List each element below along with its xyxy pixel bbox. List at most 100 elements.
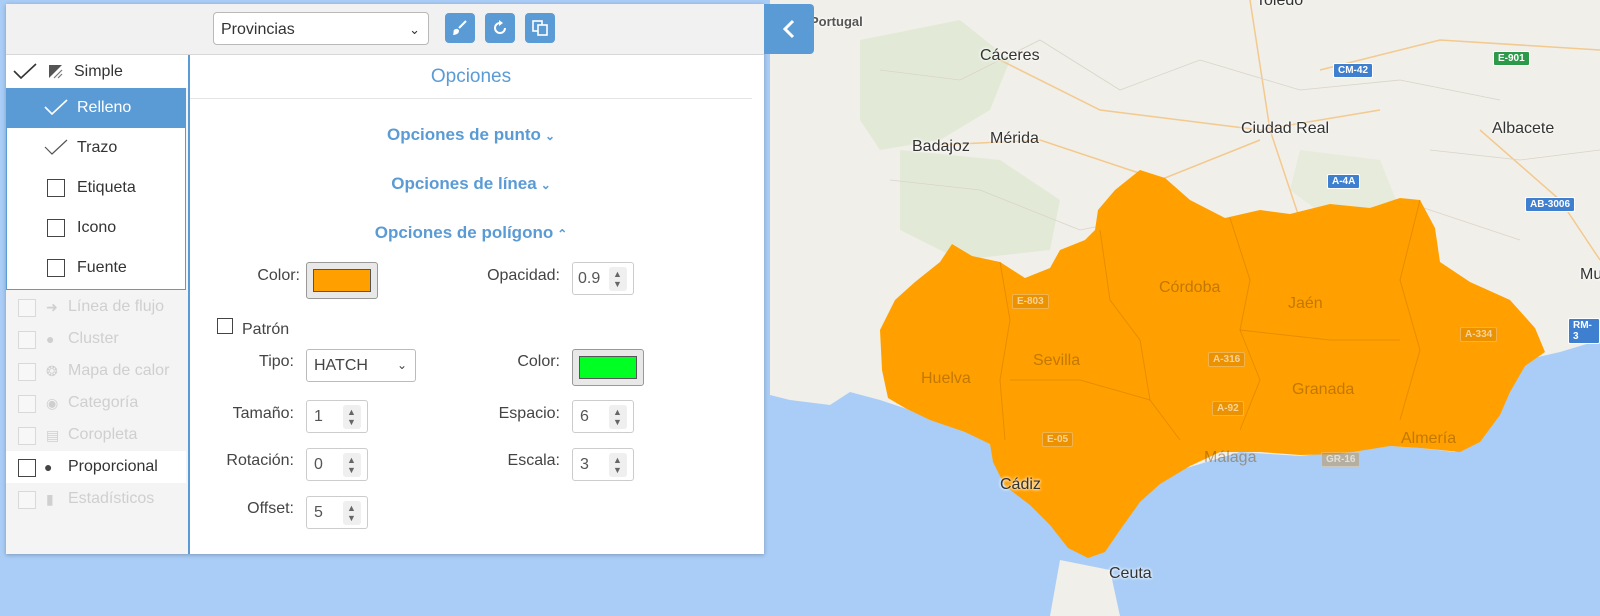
sidebar-subitem-fuente[interactable]: Fuente <box>7 248 185 288</box>
section-point-options[interactable]: Opciones de punto ⌄ <box>190 125 752 145</box>
section-line-options[interactable]: Opciones de línea ⌄ <box>190 174 752 194</box>
map-label-toledo: Toledo <box>1256 0 1304 9</box>
sidebar-item-linea-de-flujo[interactable]: ➜ Línea de flujo <box>6 291 186 323</box>
size-label: Tamaño: <box>232 405 294 422</box>
pattern-label: Patrón <box>242 321 290 338</box>
cluster-icon: ● <box>46 331 55 347</box>
road-ab3006: AB-3006 <box>1525 197 1576 212</box>
coropleta-checkbox[interactable] <box>18 427 36 445</box>
sidebar-item-label: Categoría <box>68 394 139 411</box>
sidebar-subitem-label: Fuente <box>77 259 127 276</box>
spacing-input[interactable]: 6 ▲ ▼ <box>572 400 634 433</box>
road-gr16: GR-16 <box>1321 452 1361 467</box>
layer-select-value: Provincias <box>221 21 295 38</box>
sidebar-item-label: Línea de flujo <box>68 298 165 315</box>
sidebar-item-label: Coropleta <box>68 426 138 443</box>
sidebar-item-cluster[interactable]: ● Cluster <box>6 323 186 355</box>
pattern-color-picker[interactable] <box>572 349 644 386</box>
chevron-down-icon: ⌄ <box>544 129 555 143</box>
road-e05: E-05 <box>1042 432 1074 447</box>
sidebar-item-estadisticos[interactable]: ▮ Estadísticos <box>6 483 186 515</box>
icono-checkbox[interactable] <box>47 219 65 237</box>
fill-color-swatch <box>313 269 371 292</box>
mapa-de-calor-checkbox[interactable] <box>18 363 36 381</box>
size-input[interactable]: 1 ▲ ▼ <box>306 400 368 433</box>
estadisticos-checkbox[interactable] <box>18 491 36 509</box>
sidebar-item-proporcional[interactable]: ● Proporcional <box>6 451 186 483</box>
spacing-label: Espacio: <box>498 405 560 422</box>
road-a4a: A-4A <box>1327 174 1361 189</box>
collapse-panel-button[interactable] <box>764 4 814 54</box>
rotation-value: 0 <box>314 456 323 473</box>
sidebar-subitem-icono[interactable]: Icono <box>7 208 185 248</box>
scale-input[interactable]: 3 ▲ ▼ <box>572 448 634 481</box>
map-label-cordoba: Córdoba <box>1159 279 1221 296</box>
road-e901: E-901 <box>1493 51 1530 66</box>
copy-button[interactable] <box>525 13 555 43</box>
road-cm42: CM-42 <box>1333 63 1374 78</box>
fill-color-picker[interactable] <box>306 262 378 299</box>
road-a92: A-92 <box>1212 401 1244 416</box>
sidebar-subitem-label: Icono <box>77 219 117 236</box>
etiqueta-checkbox[interactable] <box>47 179 65 197</box>
spinner-buttons[interactable]: ▲ ▼ <box>609 267 627 291</box>
map-label-huelva: Huelva <box>921 370 971 387</box>
spacing-value: 6 <box>580 408 589 425</box>
sidebar-item-label: Proporcional <box>68 458 158 475</box>
copy-icon <box>532 20 548 36</box>
spinner-buttons[interactable]: ▲ ▼ <box>343 405 361 429</box>
section-polygon-options[interactable]: Opciones de polígono ⌃ <box>190 223 752 243</box>
spinner-buttons[interactable]: ▲ ▼ <box>343 453 361 477</box>
cluster-checkbox[interactable] <box>18 331 36 349</box>
color-label: Color: <box>257 267 300 284</box>
category-icon: ◉ <box>46 395 59 411</box>
brush-button[interactable] <box>445 13 475 43</box>
sidebar-subitem-trazo[interactable]: Trazo <box>7 128 185 168</box>
opacity-input[interactable]: 0.9 ▲ ▼ <box>572 262 634 295</box>
spinner-buttons[interactable]: ▲ ▼ <box>609 405 627 429</box>
panel-toolbar: Provincias ⌄ <box>6 4 764 55</box>
proporcional-checkbox[interactable] <box>18 459 36 477</box>
options-title: Opciones <box>190 55 752 99</box>
sidebar-subitem-relleno[interactable]: Relleno <box>7 88 185 128</box>
offset-input[interactable]: 5 ▲ ▼ <box>306 496 368 529</box>
reset-button[interactable] <box>485 13 515 43</box>
linea-de-flujo-checkbox[interactable] <box>18 299 36 317</box>
sidebar-item-simple[interactable]: Simple <box>6 55 188 88</box>
section-label: Opciones de polígono <box>374 223 554 242</box>
bar-chart-icon: ▮ <box>46 491 54 507</box>
chevron-left-icon <box>782 19 795 39</box>
proportional-icon: ● <box>44 459 53 475</box>
sidebar-item-categoria[interactable]: ◉ Categoría <box>6 387 186 419</box>
sidebar-item-label: Estadísticos <box>68 490 155 507</box>
spinner-buttons[interactable]: ▲ ▼ <box>343 501 361 525</box>
rotation-input[interactable]: 0 ▲ ▼ <box>306 448 368 481</box>
arrow-right-icon: ➜ <box>46 299 58 315</box>
chevron-up-icon: ⌃ <box>557 227 568 241</box>
sidebar-item-label: Cluster <box>68 330 119 347</box>
simple-style-icon <box>49 65 63 79</box>
spinner-buttons[interactable]: ▲ ▼ <box>609 453 627 477</box>
sidebar-item-mapa-de-calor[interactable]: ❂ Mapa de calor <box>6 355 186 387</box>
road-e803: E-803 <box>1012 294 1049 309</box>
checkmark-icon <box>44 139 68 155</box>
fuente-checkbox[interactable] <box>47 259 65 277</box>
pattern-color-label: Color: <box>517 353 560 370</box>
pattern-type-value: HATCH <box>314 357 368 374</box>
map-label-badajoz: Badajoz <box>912 138 970 155</box>
sidebar-subitem-label: Relleno <box>77 99 132 116</box>
road-a316: A-316 <box>1208 352 1246 367</box>
sidebar-subitem-etiqueta[interactable]: Etiqueta <box>7 168 185 208</box>
section-label: Opciones de punto <box>386 125 541 144</box>
layer-select[interactable]: Provincias ⌄ <box>213 12 429 45</box>
map-label-jaen: Jaén <box>1288 295 1323 312</box>
brush-icon <box>453 20 467 35</box>
pattern-checkbox[interactable] <box>217 318 233 334</box>
pattern-type-select[interactable]: HATCH ⌄ <box>306 349 416 382</box>
categoria-checkbox[interactable] <box>18 395 36 413</box>
map-label-ceuta: Ceuta <box>1109 565 1152 582</box>
map-label-mu: Mu <box>1580 266 1600 283</box>
sidebar-item-coropleta[interactable]: ▤ Coropleta <box>6 419 186 451</box>
checkmark-icon <box>13 63 37 80</box>
map-label-ciudad-real: Ciudad Real <box>1241 120 1330 137</box>
